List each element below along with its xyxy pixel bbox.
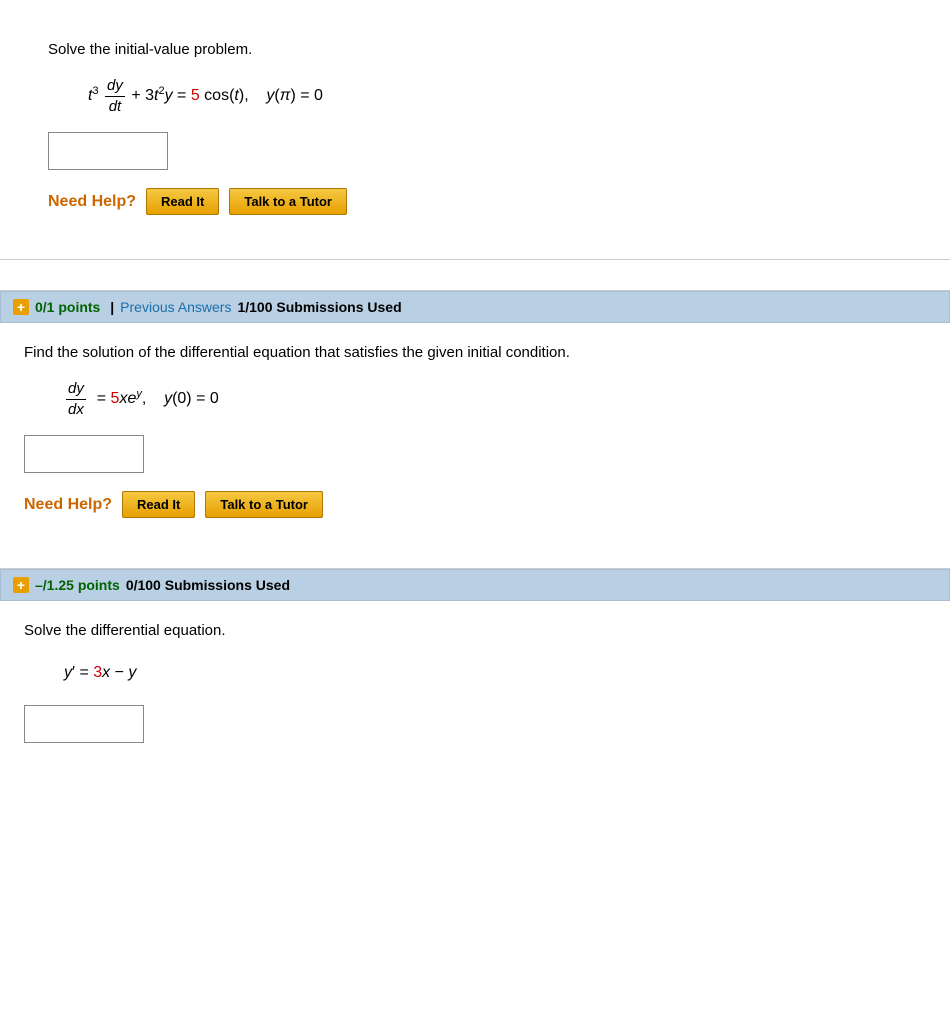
answer-input-2[interactable] <box>24 435 144 473</box>
read-it-button-1[interactable]: Read It <box>146 188 219 215</box>
submissions-label-3: 0/100 Submissions Used <box>126 577 290 593</box>
separator-2: | <box>106 299 114 315</box>
problem-section-2: + 0/1 points | Previous Answers 1/100 Su… <box>0 290 950 538</box>
header-bar-3: + –/1.25 points 0/100 Submissions Used <box>0 569 950 601</box>
previous-answers-link-2[interactable]: Previous Answers <box>120 299 231 315</box>
read-it-button-2[interactable]: Read It <box>122 491 195 518</box>
need-help-label-1: Need Help? <box>48 193 136 211</box>
header-bar-2: + 0/1 points | Previous Answers 1/100 Su… <box>0 291 950 323</box>
answer-input-1[interactable] <box>48 132 168 170</box>
answer-input-3[interactable] <box>24 705 144 743</box>
points-label-2: 0/1 points <box>35 299 100 315</box>
need-help-row-2: Need Help? Read It Talk to a Tutor <box>24 491 926 518</box>
need-help-row-1: Need Help? Read It Talk to a Tutor <box>48 188 902 215</box>
problem-statement-1: Solve the initial-value problem. <box>48 38 902 62</box>
equation-2: dy dx = 5xey, y(0) = 0 <box>64 379 926 419</box>
problem-statement-3: Solve the differential equation. <box>24 619 926 643</box>
submissions-label-2: 1/100 Submissions Used <box>237 299 401 315</box>
plus-icon-3: + <box>13 577 29 593</box>
points-label-3: –/1.25 points <box>35 577 120 593</box>
equation-1: t3 dy dt + 3t2y = 5 cos(t), y(π) = 0 <box>88 76 902 116</box>
divider-2 <box>0 538 950 568</box>
talk-to-tutor-button-2[interactable]: Talk to a Tutor <box>205 491 323 518</box>
problem-body-1: Solve the initial-value problem. t3 dy d… <box>24 20 926 235</box>
equation-3: y′ = 3x − y <box>64 657 926 689</box>
talk-to-tutor-button-1[interactable]: Talk to a Tutor <box>229 188 347 215</box>
problem-section-1: Solve the initial-value problem. t3 dy d… <box>0 0 950 260</box>
need-help-label-2: Need Help? <box>24 496 112 514</box>
problem-body-2: Find the solution of the differential eq… <box>0 323 950 538</box>
problem-body-3: Solve the differential equation. y′ = 3x… <box>0 601 950 781</box>
problem-section-3: + –/1.25 points 0/100 Submissions Used S… <box>0 568 950 781</box>
problem-statement-2: Find the solution of the differential eq… <box>24 341 926 365</box>
plus-icon-2: + <box>13 299 29 315</box>
divider-1 <box>0 260 950 290</box>
